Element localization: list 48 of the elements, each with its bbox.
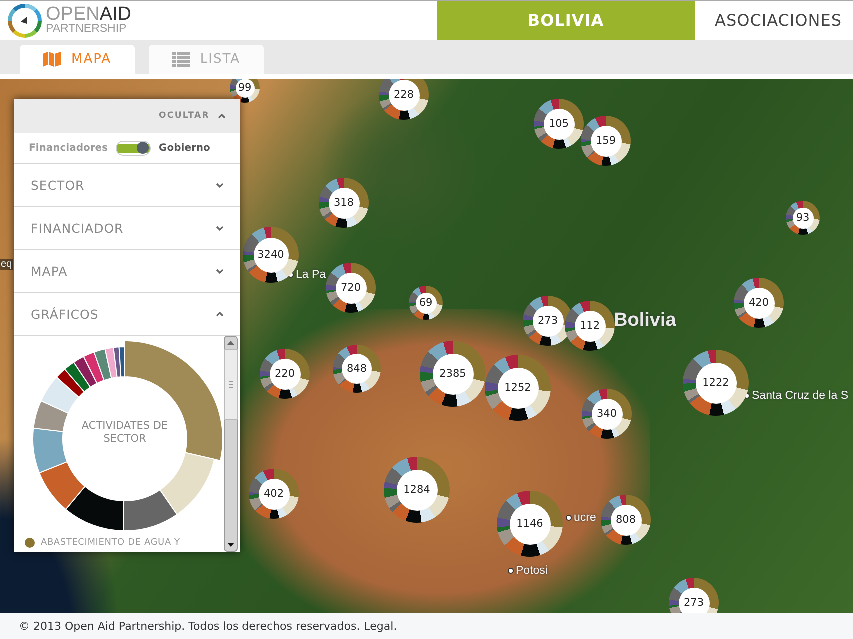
accordion-header[interactable]: FINANCIADOR [14, 207, 240, 250]
cluster-marker[interactable]: 808 [601, 495, 651, 545]
chevron-up-icon [218, 114, 226, 118]
cluster-marker[interactable]: 228 [379, 79, 429, 120]
toggle-switch[interactable] [116, 140, 152, 156]
toggle-label: Financiadores [29, 142, 108, 154]
logo-subtitle: PARTNERSHIP [46, 24, 128, 36]
accordion-header[interactable]: MAPA [14, 250, 240, 293]
cluster-marker[interactable]: 720 [326, 263, 376, 313]
cluster-marker[interactable]: 220 [260, 349, 310, 399]
place-label: eq [0, 259, 14, 270]
legal-link[interactable]: Legal. [364, 620, 398, 632]
list-icon [172, 52, 190, 67]
place-label: ucre [566, 512, 596, 524]
cluster-marker[interactable]: 112 [565, 301, 615, 351]
accordion-header[interactable]: SECTOR [14, 164, 240, 207]
cluster-marker[interactable]: 273 [669, 578, 719, 613]
footer-text: © 2013 Open Aid Partnership. Todos los derechos reservados. [19, 620, 360, 632]
accordion-header[interactable]: GRÁFICOS [14, 293, 240, 336]
cluster-marker[interactable]: 1222 [683, 350, 749, 416]
cluster-marker[interactable]: 1284 [384, 457, 450, 523]
cluster-marker[interactable]: 93 [786, 201, 820, 235]
map-icon [43, 52, 62, 67]
legend-label: ABASTECIMIENTO DE AGUA Y [41, 538, 180, 548]
cluster-marker[interactable]: 420 [734, 278, 784, 328]
cluster-marker[interactable]: 340 [582, 389, 632, 439]
cluster-marker[interactable]: 159 [581, 116, 631, 166]
logo-ring-icon [8, 4, 42, 38]
chevron-up-icon [216, 312, 224, 316]
cluster-marker[interactable]: 273 [523, 296, 573, 346]
cluster-marker[interactable]: 1252 [485, 355, 551, 421]
place-label: Bolivia [614, 310, 676, 332]
chevron-down-icon [216, 268, 224, 274]
chart-center-label: ACTIVIDATES DE SECTOR [80, 420, 170, 446]
place-label: Potosi [508, 565, 548, 577]
cluster-marker[interactable]: 1146 [497, 491, 563, 557]
cluster-marker[interactable]: 2385 [420, 341, 486, 407]
cluster-marker[interactable]: 69 [409, 286, 443, 320]
chevron-down-icon [216, 226, 224, 230]
logo-wordmark: OPENAID [46, 5, 132, 24]
chevron-down-icon [216, 182, 224, 188]
cluster-marker[interactable]: 99 [230, 79, 260, 103]
scrollbar[interactable] [224, 336, 238, 552]
cluster-marker[interactable]: 848 [333, 345, 381, 393]
cluster-marker[interactable]: 318 [319, 178, 369, 228]
cluster-marker[interactable]: 402 [249, 469, 299, 519]
cluster-marker[interactable]: 105 [534, 99, 584, 149]
toggle-label: Gobierno [159, 142, 210, 154]
